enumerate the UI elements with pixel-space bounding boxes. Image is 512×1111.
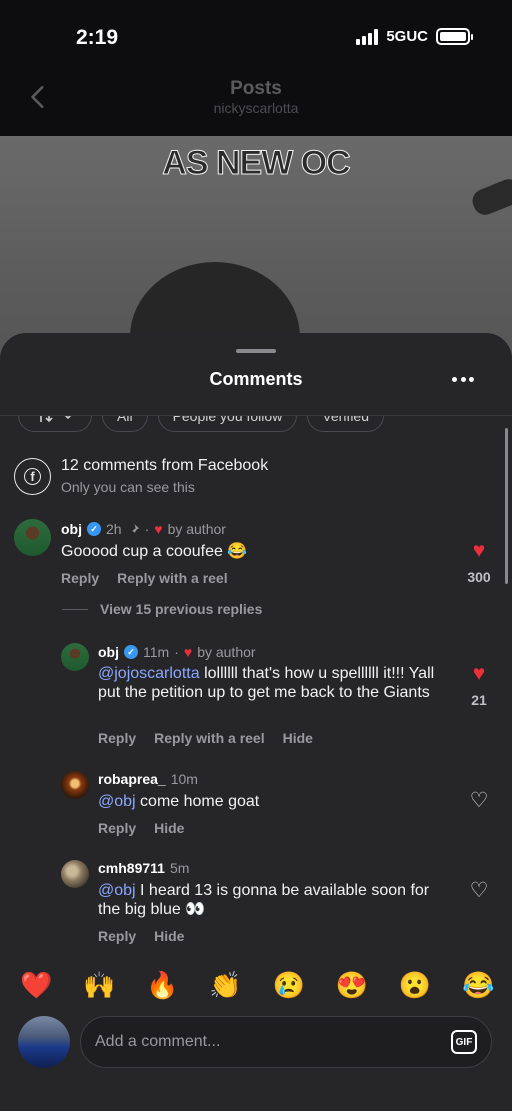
view-previous-label: View 15 previous replies [100, 601, 263, 617]
heart-icon: ♥ [154, 521, 163, 537]
emoji-reaction-bar: ❤️ 🙌 🔥 👏 😢 😍 😮 😂 [0, 963, 512, 1007]
avatar[interactable] [61, 860, 89, 888]
comment-username[interactable]: cmh89711 [98, 860, 165, 876]
comment-time: 10m [170, 771, 198, 787]
mention-link[interactable]: @jojoscarlotta [98, 665, 200, 682]
avatar[interactable] [61, 771, 89, 799]
hide-button[interactable]: Hide [154, 820, 184, 836]
facebook-notice-title: 12 comments from Facebook [61, 457, 269, 474]
comment-time: 2h [106, 521, 122, 537]
divider-line [62, 608, 88, 610]
comment-text: @jojoscarlotta lollllll that's how u spe… [98, 665, 435, 701]
comment-input-wrap: GIF [80, 1016, 492, 1068]
comment-text: Gooood cup a cooufee 😂 [61, 543, 248, 560]
liked-by-author: by author [197, 644, 256, 660]
emoji-fire-button[interactable]: 🔥 [146, 970, 178, 1001]
heart-icon: ♥ [472, 662, 486, 685]
mention-link[interactable]: @obj [98, 882, 136, 899]
mention-link[interactable]: @obj [98, 793, 136, 810]
signal-icon [356, 28, 379, 45]
header-divider [0, 415, 512, 416]
sheet-grabber[interactable] [236, 349, 276, 353]
comment-username[interactable]: obj [98, 644, 119, 660]
facebook-notice-subtitle: Only you can see this [61, 479, 195, 495]
hide-button[interactable]: Hide [154, 928, 184, 944]
heart-icon: ♥ [183, 644, 193, 660]
like-count: 21 [471, 692, 487, 708]
pin-icon [128, 523, 139, 536]
hide-button[interactable]: Hide [283, 730, 313, 746]
facebook-icon: f [14, 457, 51, 495]
like-button[interactable]: ♡ [458, 790, 500, 811]
page-subtitle[interactable]: nickyscarlotta [0, 100, 512, 116]
emoji-laugh-button[interactable]: 😂 [462, 970, 494, 1001]
comment-time: 5m [169, 860, 190, 876]
reply-with-reel-button[interactable]: Reply with a reel [117, 570, 227, 586]
avatar[interactable] [14, 519, 51, 556]
reply-button[interactable]: Reply [61, 570, 99, 586]
emoji-heart-eyes-button[interactable]: 😍 [336, 970, 368, 1001]
avatar [18, 1016, 70, 1068]
reply-button[interactable]: Reply [98, 928, 136, 944]
sheet-title: Comments [209, 369, 303, 389]
comment-header: obj ✓ 2h · ♥ by author [61, 521, 226, 537]
reply-with-reel-button[interactable]: Reply with a reel [154, 730, 264, 746]
emoji-clap-button[interactable]: 👏 [209, 970, 241, 1001]
status-time: 2:19 [76, 26, 119, 49]
reply-button[interactable]: Reply [98, 820, 136, 836]
reply-button[interactable]: Reply [98, 730, 136, 746]
comment-header: cmh89711 5m [98, 860, 189, 876]
top-bar: 2:19 5GUC Posts nickyscarlotta [0, 0, 512, 136]
post-image: AS NEW OC [0, 136, 512, 366]
avatar[interactable] [61, 643, 89, 671]
emoji-raised-hands-button[interactable]: 🙌 [83, 970, 115, 1001]
comment-username[interactable]: obj [61, 521, 82, 537]
comment-header: robaprea_ 10m [98, 771, 198, 787]
network-label: 5GUC [386, 28, 428, 45]
post-caption: AS NEW OC [162, 144, 351, 183]
comment-header: obj ✓ 11m · ♥ by author [98, 644, 256, 660]
more-icon[interactable] [452, 377, 474, 383]
comment-text: @obj I heard 13 is gonna be available so… [98, 882, 430, 918]
heart-outline-icon: ♡ [469, 789, 489, 812]
comment-actions: Reply Reply with a reel [61, 570, 228, 586]
comment-username[interactable]: robaprea_ [98, 771, 166, 787]
comment-actions: Reply Hide [98, 928, 184, 944]
comment-actions: Reply Reply with a reel Hide [98, 730, 313, 746]
page-title: Posts [230, 78, 282, 99]
emoji-heart-button[interactable]: ❤️ [20, 970, 52, 1001]
like-count: 300 [467, 569, 491, 585]
heart-icon: ♥ [472, 539, 486, 562]
verified-icon: ✓ [124, 645, 138, 659]
view-previous-replies[interactable]: View 15 previous replies [62, 601, 262, 617]
scrollbar[interactable] [505, 428, 508, 584]
comment-text: @obj come home goat [98, 793, 260, 810]
status-icons: 5GUC [356, 28, 473, 45]
like-button[interactable]: ♡ [458, 880, 500, 901]
gif-icon[interactable]: GIF [451, 1030, 477, 1054]
comment-composer: GIF [18, 1016, 494, 1068]
liked-by-author: by author [167, 521, 226, 537]
battery-icon [436, 28, 473, 45]
emoji-surprised-button[interactable]: 😮 [399, 970, 431, 1001]
facebook-comments-notice[interactable]: f 12 comments from Facebook Only you can… [14, 457, 268, 495]
like-button[interactable]: ♥ 21 [458, 663, 500, 708]
heart-outline-icon: ♡ [469, 879, 489, 902]
comment-time: 11m [143, 644, 170, 660]
comment-input[interactable] [95, 1017, 435, 1067]
comments-sheet: Comments All People you follow Verified … [0, 333, 512, 1111]
comment-actions: Reply Hide [98, 820, 184, 836]
verified-icon: ✓ [87, 522, 101, 536]
like-button[interactable]: ♥ 300 [458, 540, 500, 585]
emoji-cry-button[interactable]: 😢 [273, 970, 305, 1001]
